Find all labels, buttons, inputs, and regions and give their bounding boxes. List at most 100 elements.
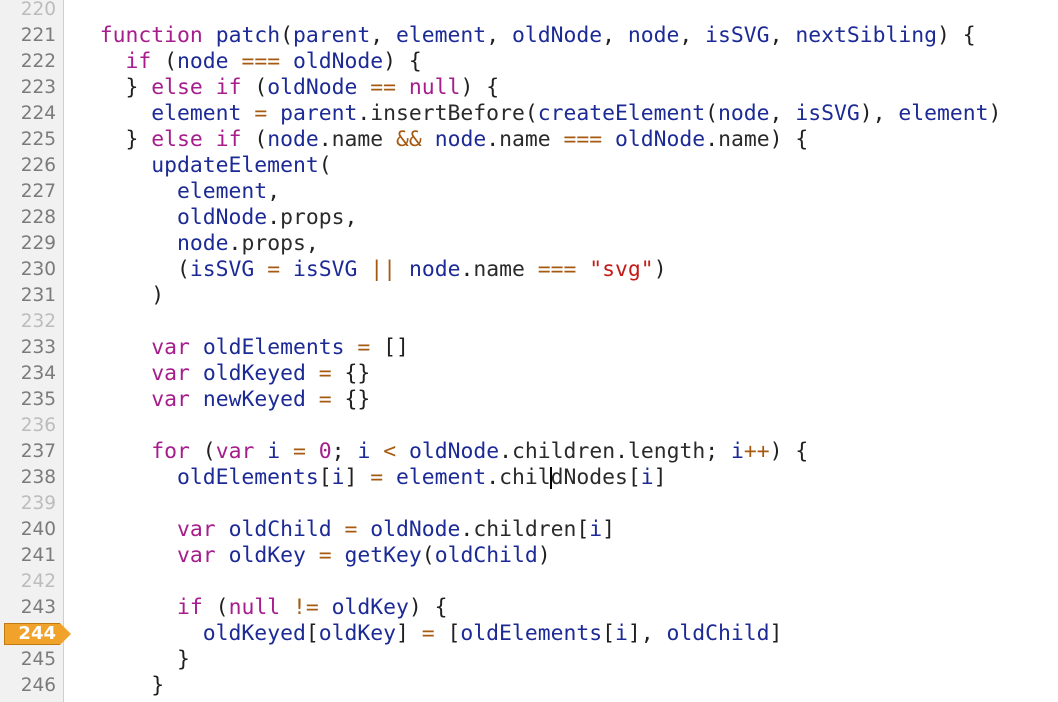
code-line[interactable]: 222 if (node === oldNode) { (0, 49, 1058, 75)
code-text[interactable]: if (node === oldNode) { (74, 49, 422, 75)
code-text[interactable]: updateElement( (74, 153, 331, 179)
code-line[interactable]: 238 oldElements[i] = element.childNodes[… (0, 465, 1058, 491)
code-token: ), (859, 101, 899, 126)
line-number[interactable]: 228 (0, 205, 56, 231)
code-line[interactable]: 228 oldNode.props, (0, 205, 1058, 231)
line-number[interactable]: 245 (0, 647, 56, 673)
code-token: oldChild (434, 543, 538, 568)
code-text[interactable]: node.props, (74, 231, 319, 257)
line-number[interactable]: 242 (0, 569, 56, 595)
line-number[interactable]: 223 (0, 75, 56, 101)
line-number[interactable]: 238 (0, 465, 56, 491)
code-text[interactable]: var oldChild = oldNode.children[i] (74, 517, 615, 543)
code-text[interactable]: var oldKeyed = {} (74, 361, 370, 387)
line-number[interactable]: 240 (0, 517, 56, 543)
line-number[interactable]: 232 (0, 309, 56, 335)
line-number[interactable]: 227 (0, 179, 56, 205)
line-number[interactable]: 237 (0, 439, 56, 465)
line-number[interactable]: 225 (0, 127, 56, 153)
code-line[interactable]: 227 element, (0, 179, 1058, 205)
code-line[interactable]: 244 oldKeyed[oldKey] = [oldElements[i], … (0, 621, 1058, 647)
code-line[interactable]: 233 var oldElements = [] (0, 335, 1058, 361)
code-line[interactable]: 240 var oldChild = oldNode.children[i] (0, 517, 1058, 543)
code-token: function (99, 23, 203, 48)
code-line[interactable]: 220 (0, 0, 1058, 23)
line-number[interactable]: 220 (0, 0, 56, 23)
code-token: || (370, 257, 397, 282)
code-text[interactable]: } else if (node.name && node.name === ol… (74, 127, 809, 153)
code-token: nextSibling (795, 23, 937, 48)
code-editor[interactable]: 220 221 function patch(parent, element, o… (0, 0, 1058, 702)
code-line[interactable]: 232 (0, 309, 1058, 335)
code-text[interactable]: } (74, 647, 190, 673)
code-token: ) (537, 543, 551, 568)
line-number[interactable]: 246 (0, 673, 56, 699)
code-text[interactable]: element, (74, 179, 280, 205)
line-number[interactable]: 231 (0, 283, 56, 309)
code-text[interactable]: var newKeyed = {} (74, 387, 370, 413)
code-token: node (434, 127, 487, 152)
code-line[interactable]: 241 var oldKey = getKey(oldChild) (0, 543, 1058, 569)
line-number[interactable]: 239 (0, 491, 56, 517)
code-token: isSVG (292, 257, 358, 282)
line-number[interactable]: 226 (0, 153, 56, 179)
code-line[interactable]: 239 (0, 491, 1058, 517)
line-number[interactable]: 229 (0, 231, 56, 257)
code-token: , (769, 23, 796, 48)
line-number[interactable]: 241 (0, 543, 56, 569)
code-token: [] (370, 335, 409, 360)
code-text[interactable]: oldKeyed[oldKey] = [oldElements[i], oldC… (74, 621, 783, 647)
code-text[interactable]: ) (74, 283, 164, 309)
code-line[interactable]: 237 for (var i = 0; i < oldNode.children… (0, 439, 1058, 465)
line-number[interactable]: 234 (0, 361, 56, 387)
code-text[interactable]: function patch(parent, element, oldNode,… (74, 23, 976, 49)
code-token: oldKey (331, 595, 409, 620)
code-token: , (679, 23, 706, 48)
code-line[interactable]: 226 updateElement( (0, 153, 1058, 179)
code-line[interactable]: 223 } else if (oldNode == null) { (0, 75, 1058, 101)
code-line[interactable]: 245 } (0, 647, 1058, 673)
line-number[interactable]: 233 (0, 335, 56, 361)
code-line[interactable]: 236 (0, 413, 1058, 439)
code-line[interactable]: 230 (isSVG = isSVG || node.name === "svg… (0, 257, 1058, 283)
code-token: [ (627, 465, 641, 490)
code-text[interactable]: var oldKey = getKey(oldChild) (74, 543, 551, 569)
code-text[interactable]: oldNode.props, (74, 205, 357, 231)
code-text[interactable]: (isSVG = isSVG || node.name === "svg") (74, 257, 667, 283)
code-line[interactable]: 246 } (0, 673, 1058, 699)
line-number[interactable]: 221 (0, 23, 56, 49)
line-number[interactable]: 224 (0, 101, 56, 127)
code-line[interactable]: 242 (0, 569, 1058, 595)
code-token: = (318, 543, 332, 568)
code-text[interactable]: for (var i = 0; i < oldNode.children.len… (74, 439, 808, 465)
line-number[interactable]: 230 (0, 257, 56, 283)
line-number[interactable]: 243 (0, 595, 56, 621)
code-token: === (241, 49, 281, 74)
code-text[interactable]: element = parent.insertBefore(createElem… (74, 101, 1001, 127)
code-line[interactable]: 243 if (null != oldKey) { (0, 595, 1058, 621)
code-text[interactable]: } else if (oldNode == null) { (74, 75, 500, 101)
code-text[interactable]: oldElements[i] = element.childNodes[i] (74, 465, 667, 491)
code-line[interactable]: 235 var newKeyed = {} (0, 387, 1058, 413)
code-token: oldNode (267, 75, 358, 100)
code-line[interactable]: 234 var oldKeyed = {} (0, 361, 1058, 387)
code-text[interactable]: if (null != oldKey) { (74, 595, 448, 621)
code-line[interactable]: 225 } else if (node.name && node.name ==… (0, 127, 1058, 153)
code-token: {} (331, 387, 371, 412)
line-number[interactable]: 236 (0, 413, 56, 439)
code-line[interactable]: 231 ) (0, 283, 1058, 309)
code-text[interactable]: } (74, 673, 164, 699)
code-token: oldNode (511, 23, 603, 48)
breakpoint-marker[interactable]: 244 (4, 623, 71, 645)
code-line[interactable]: 229 node.props, (0, 231, 1058, 257)
line-number[interactable]: 222 (0, 49, 56, 75)
code-token: children (512, 439, 616, 464)
code-text[interactable]: var oldElements = [] (74, 335, 409, 361)
code-line[interactable]: 224 element = parent.insertBefore(create… (0, 101, 1058, 127)
line-number[interactable]: 235 (0, 387, 56, 413)
code-line[interactable]: 221 function patch(parent, element, oldN… (0, 23, 1058, 49)
